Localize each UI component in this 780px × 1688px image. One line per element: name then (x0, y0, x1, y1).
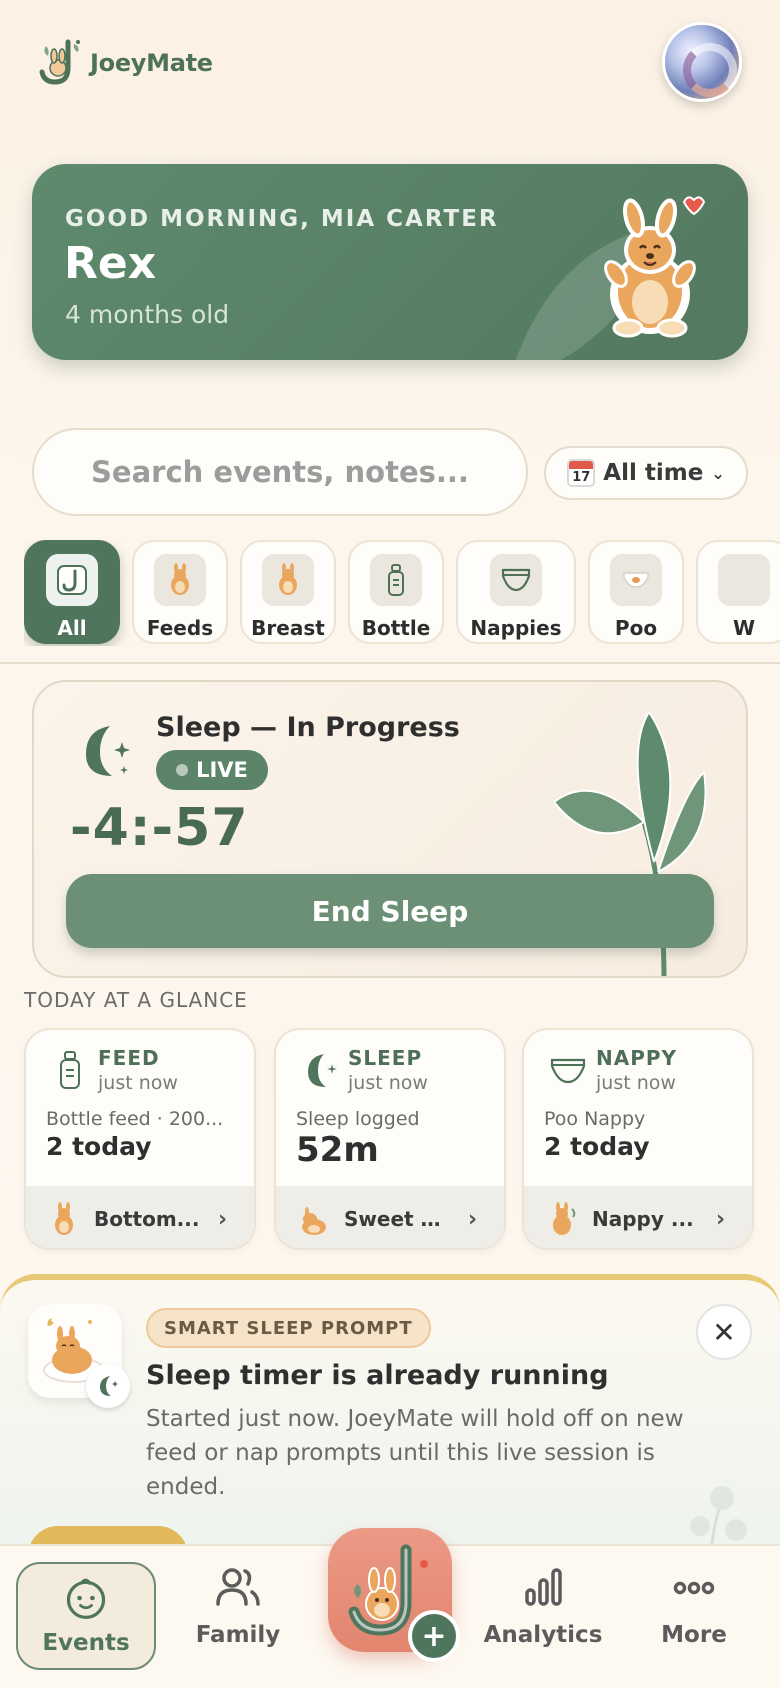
nav-analytics[interactable]: Analytics (478, 1562, 608, 1688)
smart-prompt-title: Sleep timer is already running (146, 1360, 609, 1391)
section-title-glance: TODAY AT A GLANCE (24, 988, 248, 1012)
chip-label: Nappies (470, 616, 562, 640)
glance-value: 2 today (544, 1132, 650, 1161)
smart-prompt-body: Started just now. JoeyMate will hold off… (146, 1406, 684, 1500)
moon-icon (86, 726, 130, 776)
search-bar[interactable] (32, 428, 528, 516)
glance-time: just now (596, 1072, 676, 1094)
baby-face-icon (66, 1578, 106, 1619)
glance-description: Poo Nappy (544, 1108, 646, 1130)
glance-description: Bottle feed · 200... (46, 1108, 224, 1130)
glance-description: Sleep logged (296, 1108, 420, 1130)
chevron-right-icon: › (716, 1206, 726, 1232)
chip-feeds[interactable]: Feeds (132, 540, 228, 644)
poo-icon (610, 554, 662, 606)
date-filter-label: All time (603, 460, 704, 486)
glance-type: FEED (98, 1046, 160, 1070)
nappy-icon (490, 554, 542, 606)
nav-family[interactable]: Family (178, 1562, 298, 1688)
chip-label: W (732, 616, 756, 640)
sleep-status-title: Sleep — In Progress (156, 712, 460, 743)
app-header: JoeyMate (0, 0, 780, 140)
chevron-right-icon: › (468, 1206, 478, 1232)
joey-logo-icon (46, 554, 98, 606)
chip-label: Bottle (361, 616, 431, 640)
dots-icon (673, 1581, 715, 1595)
glance-card-sleep[interactable]: SLEEP just now Sleep logged 52m Sweet d.… (274, 1028, 506, 1250)
chip-breast[interactable]: Breast (240, 540, 336, 644)
nav-label: Analytics (483, 1622, 603, 1648)
nav-more[interactable]: More (634, 1562, 754, 1688)
glance-card-feed[interactable]: FEED just now Bottle feed · 200... 2 tod… (24, 1028, 256, 1250)
glance-card-nappy[interactable]: NAPPY just now Poo Nappy 2 today Nappy .… (522, 1028, 754, 1250)
glance-value: 52m (296, 1130, 379, 1170)
kangaroo-mascot-icon (604, 196, 706, 338)
category-filter-chips: All Feeds Breast Bottle Nappies Poo W (24, 540, 780, 646)
greeting-label: GOOD MORNING, MIA CARTER (65, 206, 499, 232)
chip-more-category[interactable]: W (696, 540, 780, 644)
moon-icon (308, 1054, 337, 1087)
glance-type: SLEEP (348, 1046, 423, 1070)
glance-footer-label: Nappy ... (592, 1207, 694, 1231)
plus-icon[interactable]: + (408, 1610, 460, 1662)
chevron-right-icon: › (218, 1206, 228, 1232)
baby-greeting-card[interactable]: GOOD MORNING, MIA CARTER Rex 4 months ol… (32, 164, 748, 360)
chip-label: Breast (251, 616, 325, 640)
app-name: JoeyMate (90, 49, 213, 77)
divider (0, 662, 780, 664)
sleep-timer: -4:-57 (70, 798, 249, 858)
nav-label: More (661, 1622, 727, 1648)
sleep-in-progress-card: Sleep — In Progress LIVE -4:-57 End Slee… (32, 680, 748, 978)
close-prompt-button[interactable]: ✕ (696, 1304, 752, 1360)
kangaroo-icon (55, 1202, 73, 1235)
baby-age: 4 months old (65, 300, 230, 329)
app-logo[interactable]: JoeyMate (38, 38, 213, 88)
chip-label: Feeds (146, 616, 214, 640)
glance-time: just now (348, 1072, 428, 1094)
glance-footer-label: Bottom... (94, 1207, 200, 1231)
glance-time: just now (98, 1072, 178, 1094)
chip-all[interactable]: All (24, 540, 120, 644)
live-dot-icon (176, 764, 189, 776)
glance-footer-link[interactable]: Sweet d... › (276, 1186, 504, 1248)
calendar-icon: 17 (567, 459, 596, 487)
bottle-icon (370, 554, 422, 606)
live-badge: LIVE (156, 750, 268, 790)
joey-logo-icon (39, 39, 80, 85)
chip-label: Poo (614, 616, 658, 640)
chevron-down-icon: ⌄ (711, 463, 725, 483)
sleeping-kangaroo-icon (302, 1207, 326, 1235)
end-sleep-button[interactable]: End Sleep (66, 874, 714, 948)
moon-badge-icon (86, 1364, 130, 1408)
kangaroo-icon (262, 554, 314, 606)
glance-footer-link[interactable]: Bottom... › (26, 1186, 254, 1248)
search-input[interactable] (34, 455, 526, 489)
nappy-icon (550, 1058, 586, 1084)
glance-footer-label: Sweet d... (344, 1207, 454, 1231)
glance-footer-link[interactable]: Nappy ... › (524, 1186, 752, 1248)
close-icon: ✕ (712, 1315, 736, 1349)
kangaroo-icon (553, 1202, 576, 1235)
chip-nappies[interactable]: Nappies (456, 540, 576, 644)
chip-bottle[interactable]: Bottle (348, 540, 444, 644)
bottle-icon (60, 1051, 80, 1089)
people-icon (216, 1568, 260, 1606)
bar-chart-icon (525, 1568, 562, 1606)
profile-avatar[interactable] (662, 22, 742, 102)
chip-poo[interactable]: Poo (588, 540, 684, 644)
glance-type: NAPPY (596, 1046, 678, 1070)
date-range-filter[interactable]: 17 All time ⌄ (544, 446, 748, 500)
live-badge-label: LIVE (196, 758, 248, 782)
more-category-icon (718, 554, 770, 606)
baby-name: Rex (64, 238, 157, 289)
nav-label: Events (42, 1630, 130, 1656)
nav-label: Family (195, 1622, 281, 1648)
sleeping-kangaroo-illustration (28, 1304, 130, 1408)
chip-label: All (57, 616, 87, 640)
smart-prompt-badge: SMART SLEEP PROMPT (146, 1308, 431, 1348)
glance-value: 2 today (46, 1132, 152, 1161)
kangaroo-icon (154, 554, 206, 606)
nav-events[interactable]: Events (16, 1562, 156, 1670)
